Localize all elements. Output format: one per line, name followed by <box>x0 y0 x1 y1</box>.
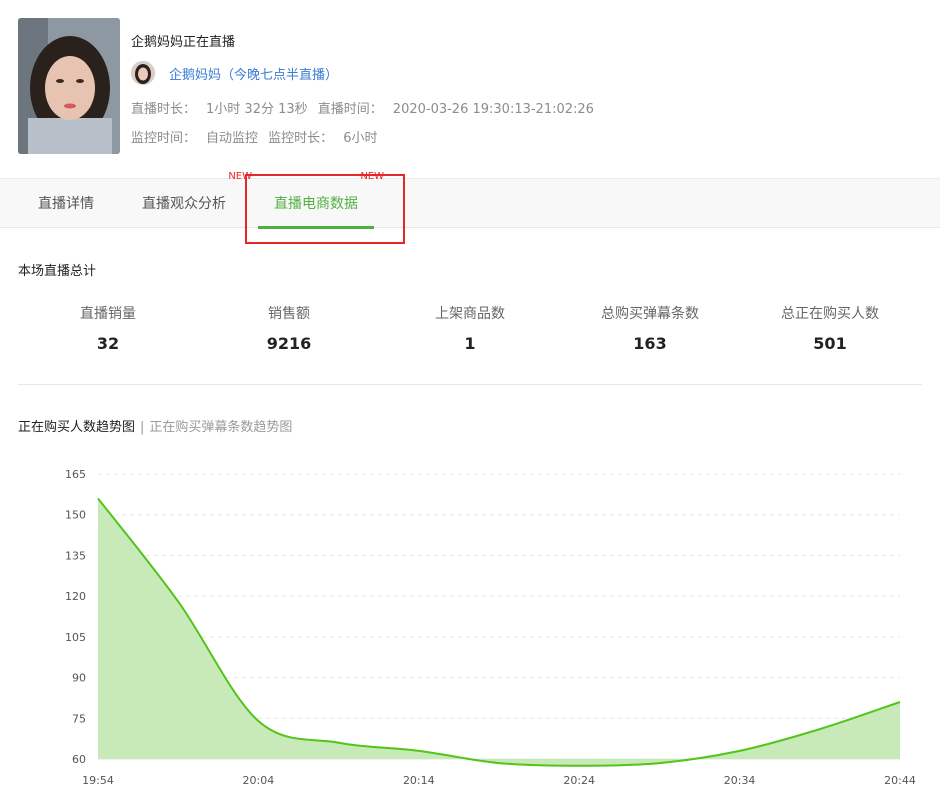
duration-label: 直播时长： <box>131 102 197 117</box>
annotation-highlight-box <box>245 174 405 244</box>
monitor-value: 自动监控 <box>206 131 259 146</box>
chart-tab-separator: | <box>140 420 145 435</box>
stat-value: 9216 <box>266 334 312 353</box>
y-tick-label: 165 <box>65 468 86 481</box>
trend-chart-svg: 60 75 90 105 120 135 150 165 19:54 20:04 20:14 20:2… <box>65 468 916 787</box>
buying-users-trend-chart: 60 75 90 105 120 135 150 165 19:54 20:04 20:14 20:2… <box>0 455 940 805</box>
monitor-duration-value: 6小时 <box>343 131 378 146</box>
monitor-duration-label: 监控时长： <box>268 131 334 146</box>
stat-value: 1 <box>464 334 476 353</box>
live-title: 企鹅妈妈正在直播 <box>131 35 236 50</box>
y-tick-label: 75 <box>72 712 86 725</box>
stat-label: 总正在购买人数 <box>781 306 879 322</box>
x-tick-label: 20:04 <box>243 774 275 787</box>
stat-label: 总购买弹幕条数 <box>601 306 699 322</box>
x-tick-label: 20:24 <box>563 774 595 787</box>
live-duration-row: 直播时长： 1小时 32分 13秒 直播时间： 2020-03-26 19:30:1… <box>131 98 594 117</box>
live-header: 企鹅妈妈正在直播 企鹅妈妈（今晚七点半直播） 直播时长： 1小时 32分 13秒 … <box>0 0 940 178</box>
chart-tab-buying-users[interactable]: 正在购买人数趋势图 <box>18 420 135 435</box>
y-tick-label: 150 <box>65 509 86 522</box>
x-tick-label: 20:34 <box>724 774 756 787</box>
y-tick-label: 135 <box>65 549 86 562</box>
duration-value: 1小时 32分 13秒 <box>206 102 308 117</box>
x-tick-label: 19:54 <box>82 774 114 787</box>
chart-switch: 正在购买人数趋势图 | 正在购买弹幕条数趋势图 <box>18 416 292 435</box>
summary-title: 本场直播总计 <box>18 264 97 279</box>
y-tick-label: 60 <box>72 753 86 766</box>
y-tick-label: 120 <box>65 590 86 603</box>
chart-tab-purchase-comments[interactable]: 正在购买弹幕条数趋势图 <box>149 420 292 435</box>
stat-purchase-comments: 总购买弹幕条数 163 <box>560 300 740 353</box>
detail-tabs: 直播详情 直播观众分析 NEW 直播电商数据 NEW <box>0 171 940 229</box>
stat-sales-amount: 销售额 9216 <box>199 300 379 353</box>
stat-value: 32 <box>96 334 120 353</box>
tab-audience-analysis-label: 直播观众分析 <box>142 196 226 212</box>
monitor-label: 监控时间： <box>131 131 197 146</box>
stat-label: 销售额 <box>268 306 310 322</box>
summary-stats: 直播销量 32 销售额 9216 上架商品数 1 总购买弹幕条数 163 总正在… <box>18 300 922 385</box>
x-tick-label: 20:44 <box>884 774 916 787</box>
monitor-row: 监控时间： 自动监控 监控时长： 6小时 <box>131 127 377 146</box>
anchor-row: 企鹅妈妈（今晚七点半直播） <box>131 60 338 86</box>
anchor-name-link[interactable]: 企鹅妈妈（今晚七点半直播） <box>169 64 338 83</box>
live-time-label: 直播时间： <box>317 102 383 117</box>
series-area <box>98 498 900 766</box>
x-tick-label: 20:14 <box>403 774 435 787</box>
stat-value: 501 <box>813 334 847 353</box>
stat-label: 直播销量 <box>80 306 136 322</box>
tab-audience-analysis[interactable]: 直播观众分析 NEW <box>142 171 252 229</box>
stat-sales-volume: 直播销量 32 <box>18 300 198 353</box>
stat-value: 163 <box>633 334 667 353</box>
stat-product-count: 上架商品数 1 <box>380 300 560 353</box>
tab-live-detail[interactable]: 直播详情 <box>38 179 94 229</box>
live-time-value: 2020-03-26 19:30:13-21:02:26 <box>392 102 594 117</box>
tab-live-detail-label: 直播详情 <box>38 196 94 212</box>
live-cover-image[interactable] <box>18 18 120 154</box>
stat-buying-users: 总正在购买人数 501 <box>740 300 920 353</box>
y-tick-label: 90 <box>72 672 86 685</box>
anchor-avatar[interactable] <box>131 61 155 85</box>
stat-label: 上架商品数 <box>435 306 505 322</box>
y-tick-label: 105 <box>65 631 86 644</box>
